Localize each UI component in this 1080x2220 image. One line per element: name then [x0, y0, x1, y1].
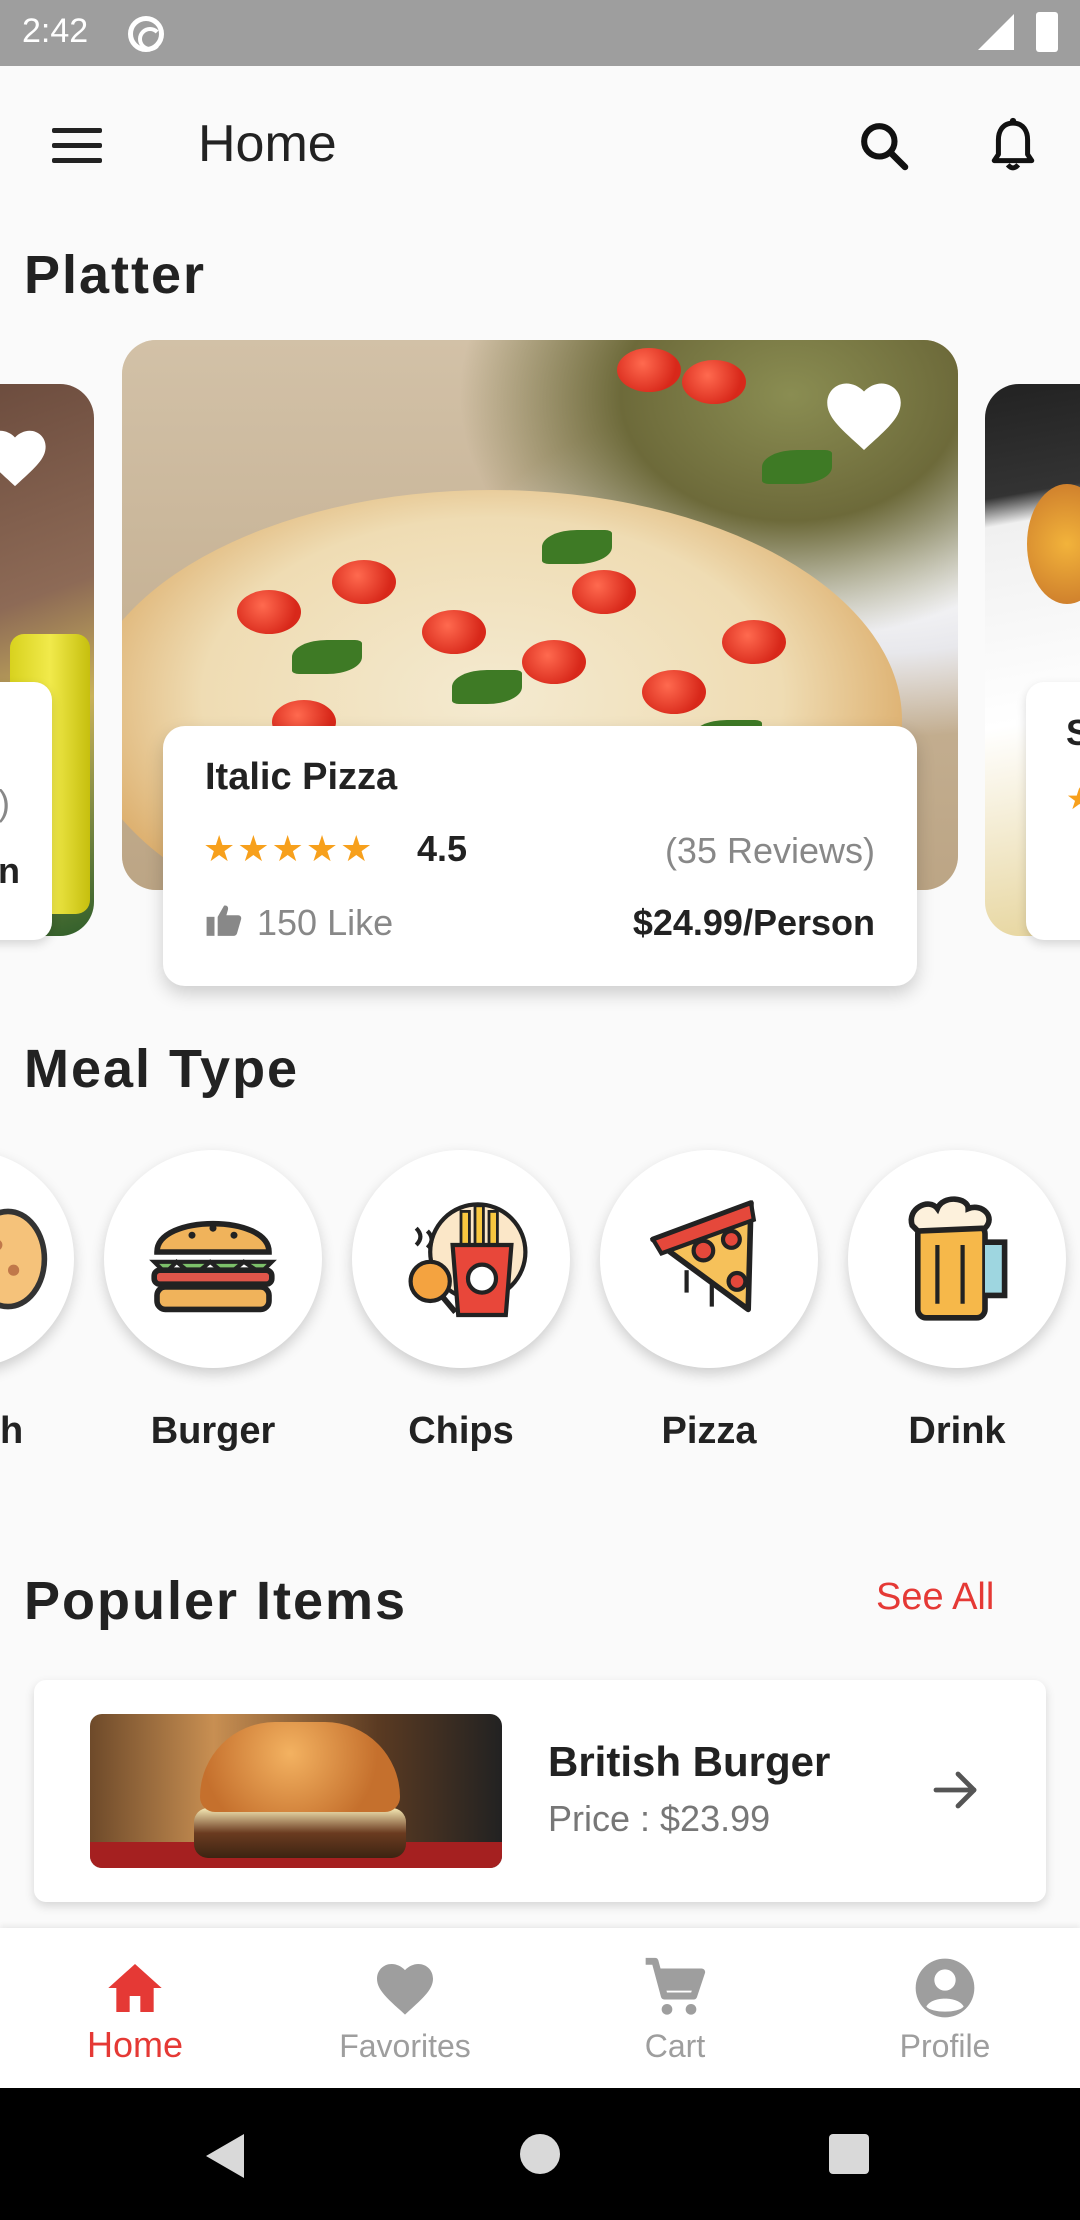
system-nav-bar [0, 2088, 1080, 2220]
screen: 2:42 Home Platter ) n S ★ [0, 0, 1080, 2220]
favorite-heart-icon[interactable] [822, 376, 906, 454]
partial-text: ) [0, 782, 10, 824]
meal-type-drink[interactable] [848, 1150, 1066, 1368]
meal-type-partial[interactable] [0, 1150, 74, 1368]
reviews-count: (35 Reviews) [664, 830, 875, 871]
meal-type-chips[interactable] [352, 1150, 570, 1368]
app-bar: Home [0, 66, 1080, 222]
item-price: $24.99/Person [632, 902, 875, 943]
popular-item-card[interactable]: British Burger Price : $23.99 [34, 1680, 1046, 1902]
bell-icon[interactable] [988, 116, 1038, 176]
meal-type-label-partial: h [0, 1410, 24, 1452]
partial-text: n [0, 850, 20, 891]
battery-icon [1036, 12, 1058, 52]
platter-info-right: S ★ [1026, 682, 1080, 940]
recent-apps-icon[interactable] [829, 2134, 869, 2174]
meal-type-pizza[interactable] [600, 1150, 818, 1368]
popular-title: Populer Items [24, 1571, 408, 1631]
meal-type-label-drink: Drink [908, 1410, 1006, 1452]
page-title: Home [198, 115, 337, 173]
nav-home[interactable]: Home [0, 1928, 270, 2088]
cart-icon [645, 1957, 706, 2015]
sync-icon [128, 16, 164, 52]
meal-type-burger[interactable] [104, 1150, 322, 1368]
status-time: 2:42 [22, 12, 89, 50]
partial-text: S [1066, 712, 1080, 753]
search-icon[interactable] [856, 118, 912, 174]
item-name: Italic Pizza [205, 756, 398, 798]
heart-icon [377, 1964, 433, 2015]
food-image [1027, 484, 1080, 604]
meal-type-label-chips: Chips [408, 1410, 514, 1452]
see-all-link[interactable]: See All [876, 1576, 994, 1619]
favorite-heart-icon[interactable] [0, 424, 50, 490]
likes-count: 150 Like [257, 902, 394, 943]
meal-type-label-pizza: Pizza [661, 1410, 757, 1452]
back-icon[interactable] [206, 2134, 244, 2178]
signal-icon [978, 14, 1014, 50]
home-icon [108, 1964, 162, 2012]
platter-title: Platter [24, 245, 207, 305]
popular-item-name: British Burger [548, 1738, 831, 1785]
nav-label-favorites: Favorites [339, 2028, 471, 2064]
star-rating: ★★★★★ [203, 828, 375, 869]
platter-info-left: ) n [0, 682, 52, 940]
meal-type-label-burger: Burger [150, 1410, 276, 1452]
popular-item-price: Price : $23.99 [548, 1798, 771, 1839]
nav-label-cart: Cart [644, 2028, 706, 2064]
nav-favorites[interactable]: Favorites [270, 1928, 540, 2088]
menu-icon[interactable] [52, 128, 102, 164]
partial-text: ★ [1066, 783, 1080, 816]
drink-icon [908, 1196, 1008, 1321]
rating-value: 4.5 [417, 828, 468, 869]
featured-info-card[interactable]: Italic Pizza ★★★★★ 4.5 (35 Reviews) 150 … [163, 726, 917, 986]
burger-image [90, 1714, 502, 1868]
chips-icon [408, 1202, 528, 1318]
profile-icon [915, 1958, 975, 2018]
home-button-icon[interactable] [520, 2134, 560, 2174]
status-bar: 2:42 [0, 0, 1080, 66]
nav-label-home: Home [86, 2024, 184, 2065]
burger-icon [149, 1220, 277, 1313]
arrow-right-icon[interactable] [930, 1766, 982, 1814]
pizza-icon [649, 1200, 757, 1313]
nav-profile[interactable]: Profile [810, 1928, 1080, 2088]
nav-cart[interactable]: Cart [540, 1928, 810, 2088]
meal-type-title: Meal Type [24, 1039, 300, 1099]
nav-label-profile: Profile [899, 2028, 991, 2064]
thumbs-up-icon [206, 905, 242, 936]
bottom-nav: Home Favorites Cart Profile [0, 1928, 1080, 2088]
